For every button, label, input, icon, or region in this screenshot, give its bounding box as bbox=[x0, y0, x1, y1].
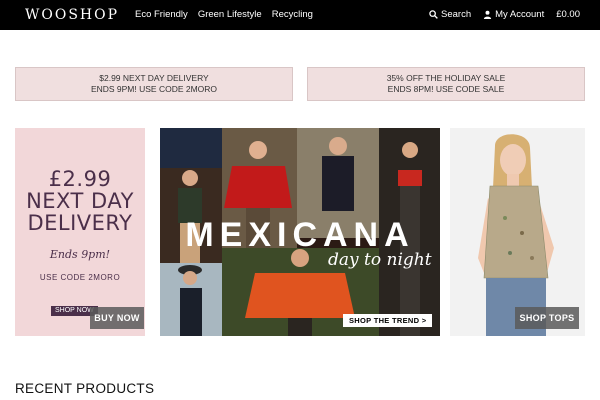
my-account-link[interactable]: My Account bbox=[483, 9, 544, 20]
cart-total-link[interactable]: £0.00 bbox=[556, 9, 580, 20]
shop-the-trend-button[interactable]: SHOP THE TREND > bbox=[343, 314, 433, 327]
delivery-word: DELIVERY bbox=[27, 211, 133, 235]
search-link[interactable]: Search bbox=[429, 9, 471, 20]
tops-model-image bbox=[450, 128, 585, 336]
delivery-headline: £2.99 NEXT DAY DELIVERY bbox=[15, 168, 145, 234]
promo-delivery[interactable]: $2.99 NEXT DAY DELIVERY ENDS 9PM! USE CO… bbox=[15, 67, 293, 101]
delivery-next-day: NEXT DAY bbox=[26, 189, 134, 213]
buy-now-button[interactable]: BUY NOW bbox=[90, 307, 144, 329]
mexicana-banner[interactable]: MEXICANA day to night SHOP THE TREND > bbox=[160, 128, 440, 336]
recent-products-heading: RECENT PRODUCTS bbox=[15, 381, 155, 396]
user-icon bbox=[484, 10, 492, 19]
nav-item-recycling[interactable]: Recycling bbox=[272, 9, 313, 20]
search-icon bbox=[429, 10, 438, 19]
promo-delivery-line2: ENDS 9PM! USE CODE 2MORO bbox=[90, 84, 218, 94]
mexicana-subtitle: day to night bbox=[328, 250, 432, 270]
nav-item-eco-friendly[interactable]: Eco Friendly bbox=[135, 9, 188, 20]
promo-delivery-line1: $2.99 NEXT DAY DELIVERY bbox=[99, 73, 209, 83]
nav-item-green-lifestyle[interactable]: Green Lifestyle bbox=[198, 9, 262, 20]
shop-tops-button[interactable]: SHOP TOPS bbox=[515, 307, 579, 329]
top-navigation-bar: WOOSHOP Eco Friendly Green Lifestyle Rec… bbox=[0, 0, 600, 30]
promo-sale-line2: ENDS 8PM! USE CODE SALE bbox=[387, 84, 505, 94]
my-account-label: My Account bbox=[495, 9, 545, 20]
promo-sale-line1: 35% OFF THE HOLIDAY SALE bbox=[386, 73, 506, 83]
delivery-price: £2.99 bbox=[48, 167, 112, 191]
main-nav: Eco Friendly Green Lifestyle Recycling bbox=[135, 9, 313, 20]
utility-nav: Search My Account £0.00 bbox=[429, 9, 580, 20]
site-logo[interactable]: WOOSHOP bbox=[25, 7, 119, 23]
delivery-code-text: USE CODE 2MORO bbox=[39, 273, 121, 282]
cart-total: £0.00 bbox=[556, 9, 580, 20]
delivery-ends-text: Ends 9pm! bbox=[49, 248, 111, 261]
search-label: Search bbox=[441, 9, 472, 20]
promo-holiday-sale[interactable]: 35% OFF THE HOLIDAY SALE ENDS 8PM! USE C… bbox=[307, 67, 585, 101]
delivery-banner[interactable]: £2.99 NEXT DAY DELIVERY Ends 9pm! USE CO… bbox=[15, 128, 145, 336]
tops-banner[interactable] bbox=[450, 128, 585, 336]
